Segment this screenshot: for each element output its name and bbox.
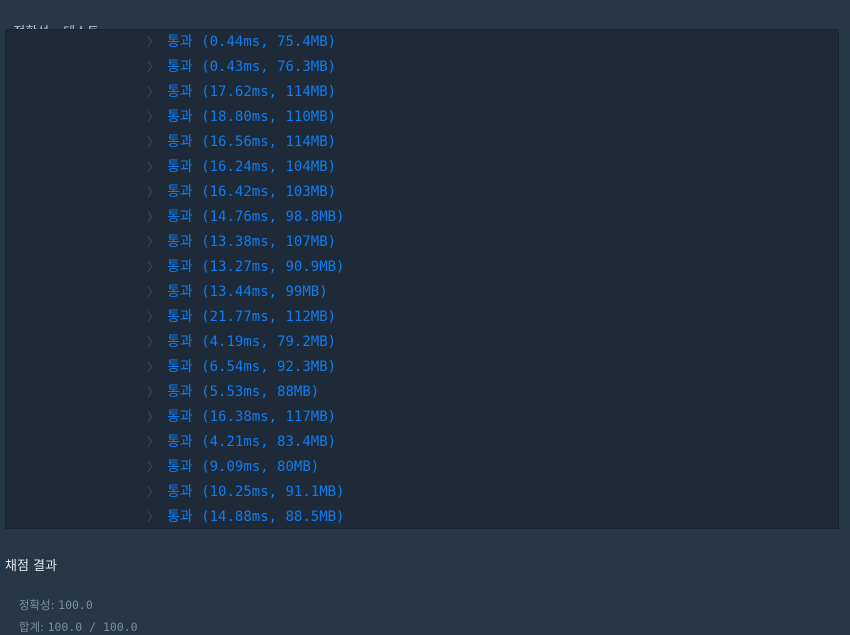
chevron-right-icon: 〉	[147, 310, 160, 324]
chevron-right-icon: 〉	[147, 110, 160, 124]
test-label: 테스트 20	[5, 505, 6, 529]
test-label: 테스트 2	[5, 55, 6, 80]
test-result: 통과 (14.76ms, 98.8MB)	[167, 209, 345, 225]
chevron-right-icon: 〉	[147, 185, 160, 199]
test-label: 테스트 17	[5, 430, 6, 455]
chevron-right-icon: 〉	[147, 510, 160, 524]
chevron-right-icon: 〉	[147, 60, 160, 74]
chevron-right-icon: 〉	[147, 460, 160, 474]
test-label: 테스트 13	[5, 330, 6, 355]
test-label: 테스트 6	[5, 155, 6, 180]
result-header: 정확성테스트	[5, 6, 113, 40]
chevron-right-icon: 〉	[147, 485, 160, 499]
test-label: 테스트 10	[5, 255, 6, 280]
test-result: 통과 (4.19ms, 79.2MB)	[167, 334, 337, 350]
chevron-right-icon: 〉	[147, 135, 160, 149]
chevron-right-icon: 〉	[147, 235, 160, 249]
test-result: 통과 (13.44ms, 99MB)	[167, 284, 328, 300]
test-result: 통과 (13.27ms, 90.9MB)	[167, 259, 345, 275]
chevron-right-icon: 〉	[147, 385, 160, 399]
chevron-right-icon: 〉	[147, 160, 160, 174]
test-label: 테스트 3	[5, 80, 6, 105]
chevron-right-icon: 〉	[147, 85, 160, 99]
test-label: 테스트 7	[5, 180, 6, 205]
chevron-right-icon: 〉	[147, 435, 160, 449]
test-result: 통과 (17.62ms, 114MB)	[167, 84, 337, 100]
test-result: 통과 (14.88ms, 88.5MB)	[167, 509, 345, 525]
test-label: 테스트 18	[5, 455, 6, 480]
test-label: 테스트 5	[5, 130, 6, 155]
test-label: 테스트 19	[5, 480, 6, 505]
test-result: 통과 (18.80ms, 110MB)	[167, 109, 337, 125]
test-result: 통과 (5.53ms, 88MB)	[167, 384, 320, 400]
test-result: 통과 (16.56ms, 114MB)	[167, 134, 337, 150]
test-result: 통과 (16.42ms, 103MB)	[167, 184, 337, 200]
chevron-right-icon: 〉	[147, 360, 160, 374]
test-result: 통과 (0.44ms, 75.4MB)	[167, 34, 337, 50]
test-label: 테스트 14	[5, 355, 6, 380]
test-result: 통과 (16.38ms, 117MB)	[167, 409, 337, 425]
test-label: 테스트 1	[5, 30, 6, 55]
grading-result-title: 채점 결과	[5, 559, 57, 574]
test-label: 테스트 16	[5, 405, 6, 430]
test-label: 테스트 15	[5, 380, 6, 405]
test-result: 통과 (16.24ms, 104MB)	[167, 159, 337, 175]
summary-total-label: 합계:	[18, 620, 48, 634]
test-result: 통과 (0.43ms, 76.3MB)	[167, 59, 337, 75]
test-label: 테스트 12	[5, 305, 6, 330]
test-label: 테스트 9	[5, 230, 6, 255]
test-result: 통과 (10.25ms, 91.1MB)	[167, 484, 345, 500]
test-result: 통과 (4.21ms, 83.4MB)	[167, 434, 337, 450]
summary-total-value: 100.0 / 100.0	[47, 620, 138, 634]
chevron-right-icon: 〉	[147, 410, 160, 424]
chevron-right-icon: 〉	[147, 260, 160, 274]
test-label: 테스트 8	[5, 205, 6, 230]
chevron-right-icon: 〉	[147, 35, 160, 49]
test-result: 통과 (21.77ms, 112MB)	[167, 309, 337, 325]
chevron-right-icon: 〉	[147, 210, 160, 224]
test-label: 테스트 11	[5, 280, 6, 305]
test-label: 테스트 4	[5, 105, 6, 130]
test-result: 통과 (9.09ms, 80MB)	[167, 459, 320, 475]
chevron-right-icon: 〉	[147, 335, 160, 349]
chevron-right-icon: 〉	[147, 285, 160, 299]
test-results-panel: 테스트 1 〉 통과 (0.44ms, 75.4MB) 테스트 2 〉 통과 (0.43m…	[5, 29, 839, 529]
summary-total: 합계: 100.0 / 100.0	[5, 605, 138, 635]
test-result: 통과 (6.54ms, 92.3MB)	[167, 359, 337, 375]
test-result: 통과 (13.38ms, 107MB)	[167, 234, 337, 250]
